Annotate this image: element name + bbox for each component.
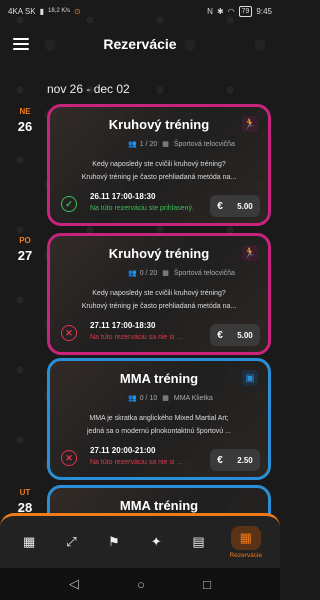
recents-icon[interactable]: □ bbox=[203, 577, 211, 592]
signal-icon: ▮ bbox=[39, 6, 44, 16]
day-label: NE 26 bbox=[14, 107, 36, 134]
status-bar: 4KA SK ▮ 18,2 K/s ⊙ N ✱ ◠ 79 9:45 bbox=[0, 0, 280, 22]
location-icon: ▦ bbox=[162, 395, 169, 402]
nav-martial-arts[interactable]: ✦ bbox=[139, 534, 173, 550]
location: MMA Klietka bbox=[173, 394, 213, 402]
carrier-text: 4KA SK bbox=[8, 6, 36, 16]
card-title: Kruhový tréning bbox=[108, 117, 210, 132]
battery-icon: 79 bbox=[238, 5, 253, 17]
app-header: Rezervácie bbox=[0, 26, 280, 62]
calendar-icon: ▦ bbox=[230, 525, 261, 550]
card-meta: 👥 0 / 10 ▦ MMA Klietka bbox=[128, 394, 213, 403]
nav-gym[interactable]: ⤢ bbox=[54, 534, 88, 550]
desc-line: jedná sa o modernú plnokontaktnú športov… bbox=[87, 428, 231, 435]
card-time: 26.11 17:00-18:30 bbox=[90, 192, 156, 201]
price-value: 2.50 bbox=[237, 455, 253, 465]
desc-line: Kedy naposledy ste cvičili kruhový tréni… bbox=[92, 290, 226, 297]
checkered-flag-icon: ⚑ bbox=[107, 534, 120, 549]
desc-line: Kruhový tréning je často prehliadaná met… bbox=[81, 303, 237, 310]
euro-icon: € bbox=[217, 200, 223, 212]
desc-line: MMA je skratka anglického Mixed Martial … bbox=[89, 415, 229, 422]
reservation-card[interactable]: Kruhový tréning 🏃 👥 1 / 20 ▦ Športová te… bbox=[47, 104, 271, 226]
price-badge: € 5.00 bbox=[210, 324, 260, 346]
people-icon: 👥 bbox=[128, 395, 137, 402]
running-icon: 🏃 bbox=[242, 116, 258, 132]
euro-icon: € bbox=[217, 454, 223, 466]
running-icon: 🏃 bbox=[242, 245, 258, 261]
day-name: UT bbox=[19, 488, 31, 497]
date-range: nov 26 - dec 02 bbox=[47, 82, 130, 96]
people-icon: 👥 bbox=[128, 270, 137, 277]
euro-icon: € bbox=[217, 329, 223, 341]
nav-reservations[interactable]: ▦ Rezervácie bbox=[224, 525, 268, 559]
nav-label: Rezervácie bbox=[229, 551, 263, 559]
capacity: 0 / 10 bbox=[139, 394, 158, 402]
day-date: 27 bbox=[17, 248, 33, 263]
location-icon: ▦ bbox=[162, 141, 169, 148]
location-icon: ▦ bbox=[162, 270, 169, 277]
card-meta: 👥 0 / 20 ▦ Športová telocvičňa bbox=[128, 269, 235, 278]
wifi-icon: ◠ bbox=[227, 6, 235, 16]
table-icon: ▤ bbox=[192, 534, 205, 549]
card-title: MMA tréning bbox=[119, 498, 199, 513]
card-description: Kedy naposledy ste cvičili kruhový tréni… bbox=[62, 158, 256, 184]
card-title: Kruhový tréning bbox=[108, 246, 210, 261]
card-time: 27.11 20:00-21:00 bbox=[90, 446, 156, 455]
bluetooth-icon: ✱ bbox=[216, 6, 224, 16]
nfc-icon: N bbox=[207, 6, 213, 16]
day-name: PO bbox=[19, 236, 31, 245]
location: Športová telocvičňa bbox=[173, 140, 235, 148]
qr-code-icon: ▦ bbox=[23, 534, 36, 549]
reservation-card[interactable]: Kruhový tréning 🏃 👥 0 / 20 ▦ Športová te… bbox=[47, 233, 271, 355]
back-icon[interactable]: ◁ bbox=[69, 576, 79, 592]
card-description: MMA je skratka anglického Mixed Martial … bbox=[62, 412, 256, 438]
card-note: Na túto rezerváciu sa nie si ... bbox=[90, 459, 183, 466]
price-value: 5.00 bbox=[237, 201, 253, 211]
nav-racing[interactable]: ⚑ bbox=[97, 534, 131, 550]
people-icon: 👥 bbox=[128, 141, 137, 148]
day-label: UT 28 bbox=[14, 488, 36, 515]
menu-icon[interactable] bbox=[13, 38, 29, 50]
day-name: NE bbox=[19, 107, 31, 116]
page-title: Rezervácie bbox=[103, 36, 177, 52]
price-badge: € 2.50 bbox=[210, 449, 260, 471]
reservation-card[interactable]: MMA tréning ▣ 👥 0 / 10 ▦ MMA Klietka MMA… bbox=[47, 358, 271, 480]
card-note: Na túto rezerváciu sa nie si ... bbox=[90, 334, 183, 341]
card-title: MMA tréning bbox=[119, 371, 199, 386]
location: Športová telocvičňa bbox=[173, 269, 235, 277]
cross-icon: ✕ bbox=[61, 450, 77, 466]
capacity: 0 / 20 bbox=[139, 269, 158, 277]
nav-schedule[interactable]: ▤ bbox=[181, 534, 215, 550]
clock: 9:45 bbox=[256, 6, 272, 16]
boxing-glove-icon: ▣ bbox=[242, 370, 258, 386]
nav-qr[interactable]: ▦ bbox=[12, 534, 46, 550]
capacity: 1 / 20 bbox=[139, 140, 158, 148]
cross-icon: ✕ bbox=[61, 325, 77, 341]
notification-icon: ⊙ bbox=[74, 6, 81, 16]
card-time: 27.11 17:00-18:30 bbox=[90, 321, 156, 330]
desc-line: Kedy naposledy ste cvičili kruhový tréni… bbox=[92, 161, 226, 168]
kick-icon: ✦ bbox=[150, 534, 162, 549]
day-date: 26 bbox=[17, 119, 33, 134]
dumbbell-icon: ⤢ bbox=[66, 534, 77, 549]
home-icon[interactable]: ○ bbox=[137, 577, 145, 592]
check-icon: ✓ bbox=[61, 196, 77, 212]
price-badge: € 5.00 bbox=[210, 195, 260, 217]
bottom-nav: ▦ ⤢ ⚑ ✦ ▤ ▦ Rezervácie bbox=[0, 513, 280, 568]
card-meta: 👥 1 / 20 ▦ Športová telocvičňa bbox=[128, 140, 235, 149]
price-value: 5.00 bbox=[237, 330, 253, 340]
card-note: Na túto rezerváciu ste prihlasený. bbox=[90, 205, 194, 212]
system-nav-bar: ◁ ○ □ bbox=[0, 568, 280, 600]
card-description: Kedy naposledy ste cvičili kruhový tréni… bbox=[62, 287, 256, 313]
desc-line: Kruhový tréning je často prehliadaná met… bbox=[81, 174, 237, 181]
speed-text: 18,2 K/s bbox=[47, 8, 70, 14]
day-label: PO 27 bbox=[14, 236, 36, 263]
